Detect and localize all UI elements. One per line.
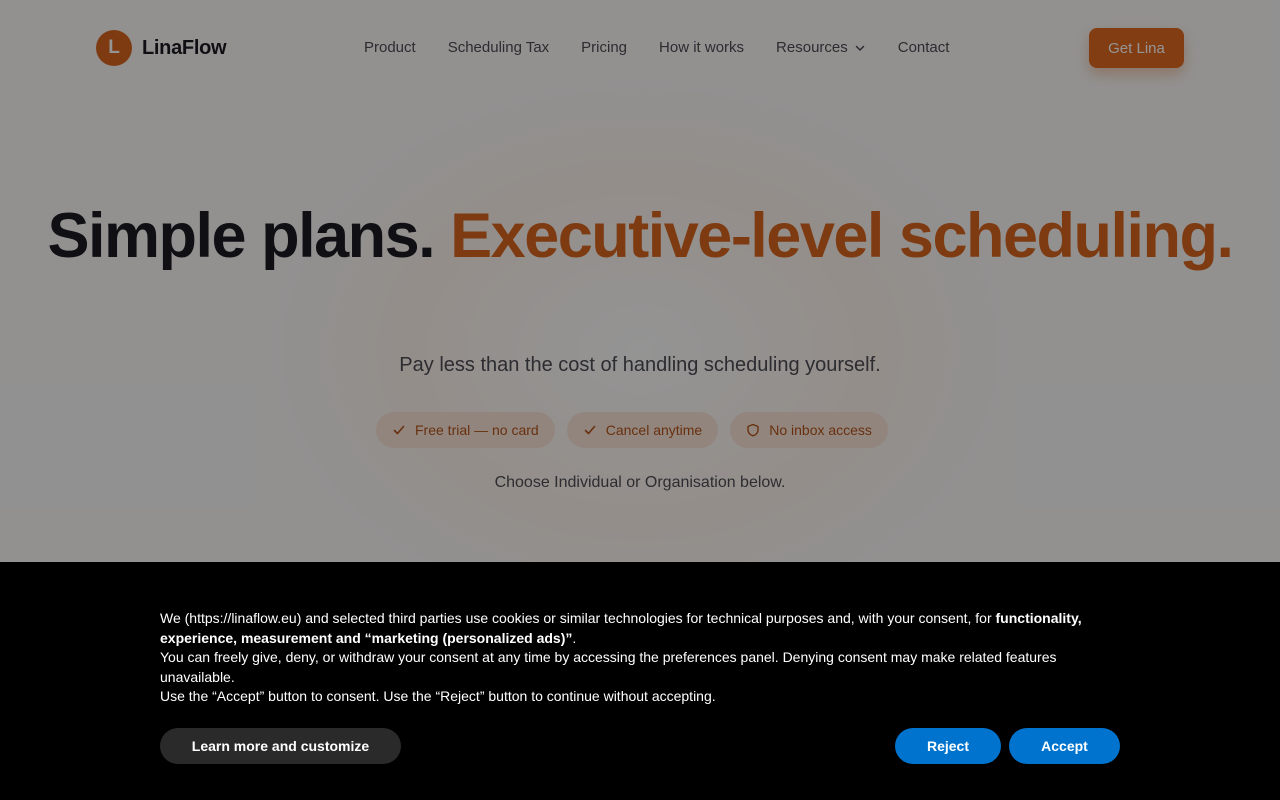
cookie-line-1-suffix: . — [572, 629, 577, 646]
learn-more-button[interactable]: Learn more and customize — [160, 728, 401, 764]
cookie-line-1: We (https://linaflow.eu) and selected th… — [160, 609, 1120, 648]
reject-button[interactable]: Reject — [895, 728, 1001, 764]
cookie-banner: We (https://linaflow.eu) and selected th… — [0, 562, 1280, 800]
cookie-text: We (https://linaflow.eu) and selected th… — [160, 609, 1120, 707]
accept-button[interactable]: Accept — [1009, 728, 1120, 764]
cookie-line-1-prefix: We (https://linaflow.eu) and selected th… — [160, 610, 996, 626]
cookie-line-2: You can freely give, deny, or withdraw y… — [160, 649, 1057, 685]
cookie-line-3: Use the “Accept” button to consent. Use … — [160, 688, 716, 705]
